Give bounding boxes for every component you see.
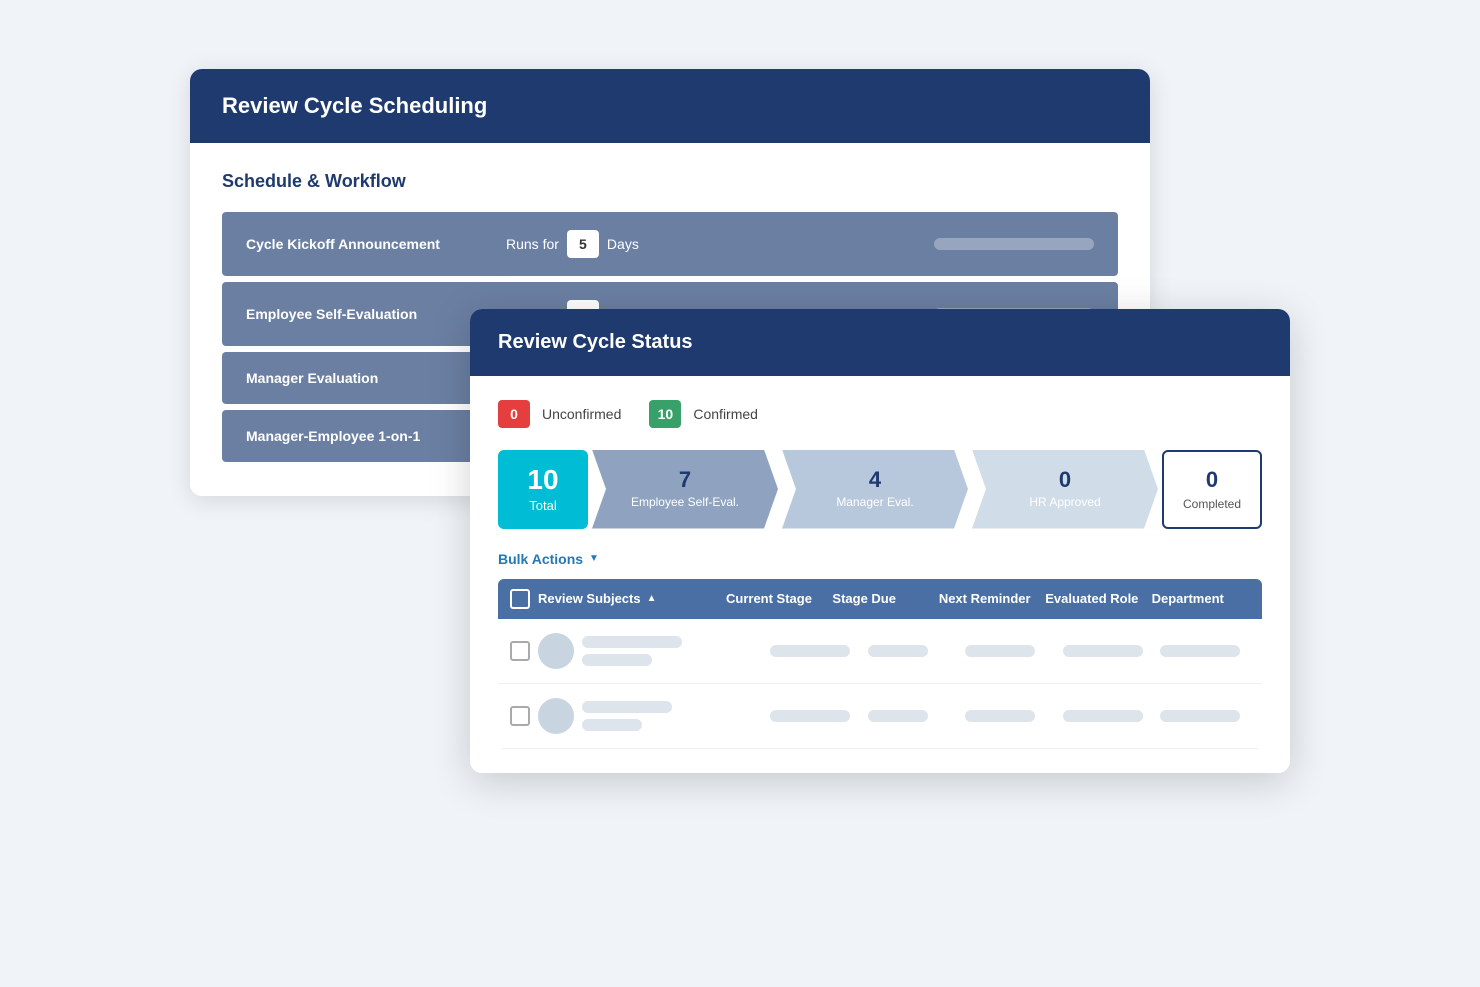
table-row — [498, 619, 1262, 684]
placeholder — [965, 710, 1035, 722]
workflow-label-self-eval: Employee Self-Evaluation — [246, 306, 506, 322]
placeholder — [770, 645, 850, 657]
pipeline-completed: 0 Completed — [1162, 450, 1262, 529]
unconfirmed-label: Unconfirmed — [542, 406, 621, 422]
confirmed-badge: 10 — [649, 400, 681, 428]
placeholder — [582, 719, 642, 731]
placeholder — [1160, 645, 1240, 657]
pipeline-total-label: Total — [529, 498, 556, 513]
unconfirmed-badge: 0 — [498, 400, 530, 428]
bulk-actions-label: Bulk Actions — [498, 551, 583, 567]
sort-icon: ▲ — [647, 593, 657, 604]
table-row-subjects-1 — [582, 636, 762, 666]
placeholder — [868, 645, 928, 657]
pipeline-total-num: 10 — [527, 466, 558, 494]
days-suffix-kickoff: Days — [607, 236, 639, 252]
placeholder — [582, 654, 652, 666]
table-row-subjects-2 — [582, 701, 762, 731]
table-row — [498, 684, 1262, 749]
runs-text-kickoff: Runs for — [506, 236, 559, 252]
table-row-checkbox-1[interactable] — [510, 641, 530, 661]
pipeline-completed-num: 0 — [1206, 467, 1218, 493]
pipeline-total: 10 Total — [498, 450, 588, 529]
table-header-checkbox[interactable] — [510, 589, 530, 609]
table-col-reminder-header[interactable]: Next Reminder — [939, 591, 1037, 606]
pipeline-stage-num-1: 4 — [869, 469, 881, 491]
placeholder — [868, 710, 928, 722]
scheduling-title: Review Cycle Scheduling — [222, 93, 1118, 119]
pipeline-stage-manager-eval: 4 Manager Eval. — [782, 450, 968, 529]
table-col-subjects-header[interactable]: Review Subjects ▲ — [538, 591, 718, 606]
bulk-actions-arrow-icon: ▼ — [589, 553, 599, 564]
pipeline-stage-hr-approved: 0 HR Approved — [972, 450, 1158, 529]
review-table: Review Subjects ▲ Current Stage Stage Du… — [498, 579, 1262, 749]
runs-badge-kickoff: 5 — [567, 230, 599, 258]
placeholder — [1063, 645, 1143, 657]
table-col-due-header[interactable]: Stage Due — [832, 591, 930, 606]
table-header: Review Subjects ▲ Current Stage Stage Du… — [498, 579, 1262, 619]
pipeline-stage-label-0: Employee Self-Eval. — [631, 495, 739, 509]
pipeline-stage-num-0: 7 — [679, 469, 691, 491]
placeholder — [770, 710, 850, 722]
pipeline-stage-label-2: HR Approved — [1029, 495, 1100, 509]
status-card: Review Cycle Status 0 Unconfirmed 10 Con… — [470, 309, 1290, 773]
table-row-dept-2 — [1160, 710, 1250, 722]
table-col-stage-header[interactable]: Current Stage — [726, 591, 824, 606]
pipeline-completed-label: Completed — [1183, 497, 1241, 511]
table-row-due-1 — [868, 645, 958, 657]
workflow-label-1on1: Manager-Employee 1-on-1 — [246, 428, 506, 444]
pipeline-stage-num-2: 0 — [1059, 469, 1071, 491]
table-row-role-2 — [1063, 710, 1153, 722]
status-card-header: Review Cycle Status — [470, 309, 1290, 376]
workflow-row-kickoff: Cycle Kickoff Announcement Runs for 5 Da… — [222, 212, 1118, 276]
table-row-avatar-2 — [538, 698, 574, 734]
placeholder — [965, 645, 1035, 657]
placeholder — [582, 636, 682, 648]
workflow-runs-kickoff: Runs for 5 Days — [506, 230, 639, 258]
pipeline-stage-label-1: Manager Eval. — [836, 495, 913, 509]
table-row-avatar-1 — [538, 633, 574, 669]
pipeline-row: 10 Total 7 Employee Self-Eval. 4 Manager… — [498, 450, 1262, 529]
table-row-due-2 — [868, 710, 958, 722]
table-row-reminder-2 — [965, 710, 1055, 722]
table-row-stage-1 — [770, 645, 860, 657]
bulk-actions-button[interactable]: Bulk Actions ▼ — [498, 551, 1262, 567]
table-row-checkbox-2[interactable] — [510, 706, 530, 726]
scheduling-card-header: Review Cycle Scheduling — [190, 69, 1150, 143]
table-col-role-header[interactable]: Evaluated Role — [1045, 591, 1143, 606]
table-row-role-1 — [1063, 645, 1153, 657]
workflow-bar-kickoff — [934, 238, 1094, 250]
table-col-dept-header[interactable]: Department — [1152, 591, 1250, 606]
status-badges-row: 0 Unconfirmed 10 Confirmed — [498, 400, 1262, 428]
table-row-reminder-1 — [965, 645, 1055, 657]
table-row-dept-1 — [1160, 645, 1250, 657]
confirmed-label: Confirmed — [693, 406, 758, 422]
placeholder — [1063, 710, 1143, 722]
placeholder — [582, 701, 672, 713]
placeholder — [1160, 710, 1240, 722]
workflow-label-manager-eval: Manager Evaluation — [246, 370, 506, 386]
pipeline-stage-self-eval: 7 Employee Self-Eval. — [592, 450, 778, 529]
status-title: Review Cycle Status — [498, 331, 1262, 354]
table-row-stage-2 — [770, 710, 860, 722]
schedule-workflow-title: Schedule & Workflow — [222, 171, 1118, 192]
status-card-body: 0 Unconfirmed 10 Confirmed 10 Total 7 Em… — [470, 376, 1290, 773]
workflow-label-kickoff: Cycle Kickoff Announcement — [246, 236, 506, 252]
